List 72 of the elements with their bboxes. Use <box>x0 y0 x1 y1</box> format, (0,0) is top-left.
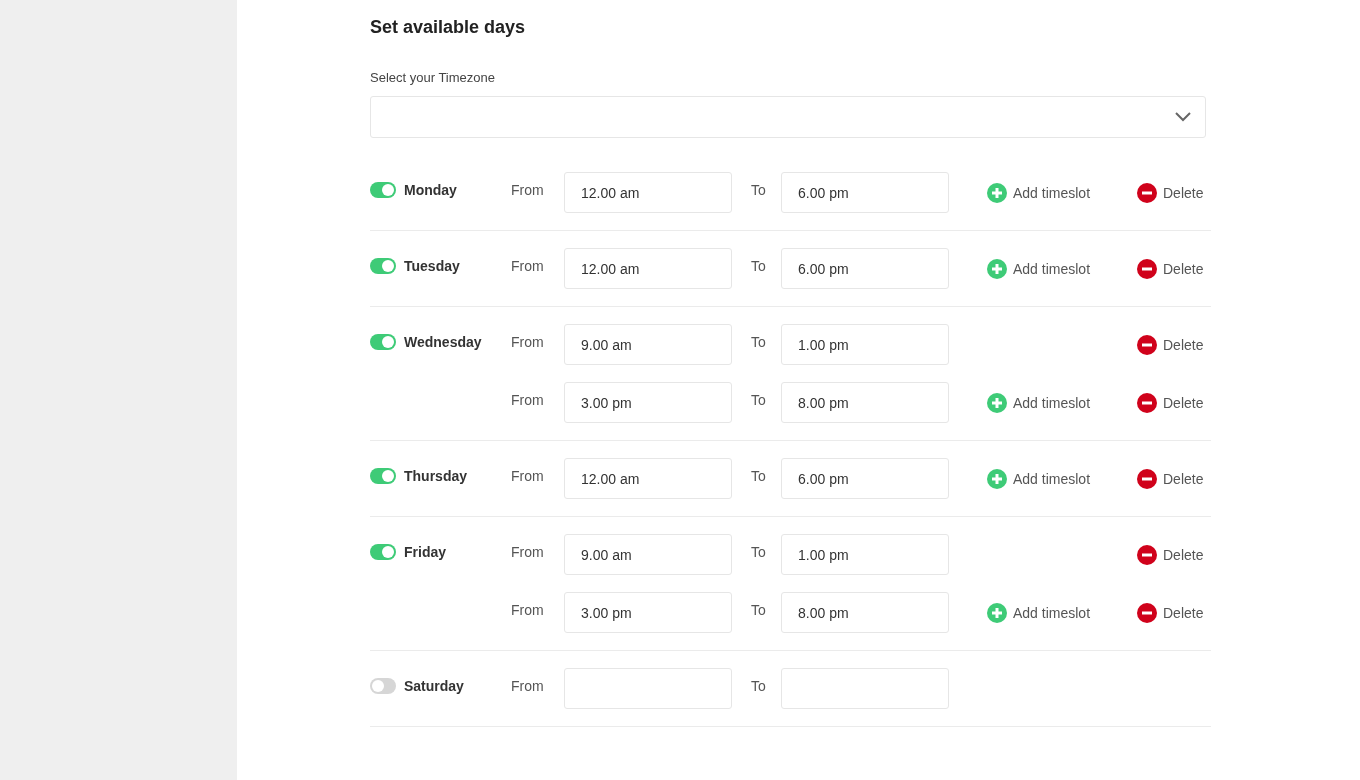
to-label: To <box>751 678 767 694</box>
minus-circle-icon <box>1137 468 1157 489</box>
add-timeslot-button[interactable]: Add timeslot <box>987 182 1091 203</box>
day-toggle[interactable] <box>370 182 396 198</box>
to-time-field[interactable]: 6.00 pm <box>781 458 949 499</box>
from-time-field[interactable]: 3.00 pm <box>564 592 732 633</box>
timezone-label: Select your Timezone <box>370 70 496 85</box>
plus-circle-icon <box>987 602 1007 623</box>
from-label: From <box>511 468 545 484</box>
minus-circle-icon <box>1137 544 1157 565</box>
from-label: From <box>511 392 545 408</box>
from-label: From <box>511 334 545 350</box>
day-toggle[interactable] <box>370 258 396 274</box>
to-label: To <box>751 258 767 274</box>
minus-circle-icon <box>1137 334 1157 355</box>
to-label: To <box>751 334 767 350</box>
add-timeslot-button[interactable]: Add timeslot <box>987 392 1091 413</box>
section-title: Set available days <box>370 16 527 38</box>
plus-circle-icon <box>987 258 1007 279</box>
day-label: Monday <box>404 182 457 198</box>
timezone-select[interactable] <box>370 96 1206 138</box>
from-label: From <box>511 258 545 274</box>
to-time-field[interactable]: 8.00 pm <box>781 382 949 423</box>
to-time-field[interactable] <box>781 668 949 709</box>
to-label: To <box>751 468 767 484</box>
minus-circle-icon <box>1137 602 1157 623</box>
day-toggle[interactable] <box>370 334 396 350</box>
day-toggle[interactable] <box>370 678 396 694</box>
to-label: To <box>751 392 767 408</box>
to-time-field[interactable]: 6.00 pm <box>781 172 949 213</box>
plus-circle-icon <box>987 392 1007 413</box>
plus-circle-icon <box>987 468 1007 489</box>
from-label: From <box>511 678 545 694</box>
to-time-field[interactable]: 6.00 pm <box>781 248 949 289</box>
from-time-field[interactable]: 9.00 am <box>564 324 732 365</box>
to-time-field[interactable]: 1.00 pm <box>781 534 949 575</box>
to-time-field[interactable]: 8.00 pm <box>781 592 949 633</box>
minus-circle-icon <box>1137 392 1157 413</box>
day-label: Saturday <box>404 678 464 694</box>
minus-circle-icon <box>1137 182 1157 203</box>
to-time-field[interactable]: 1.00 pm <box>781 324 949 365</box>
delete-button[interactable]: Delete <box>1137 182 1204 203</box>
add-timeslot-button[interactable]: Add timeslot <box>987 258 1091 279</box>
day-label: Tuesday <box>404 258 460 274</box>
delete-button[interactable]: Delete <box>1137 334 1204 355</box>
delete-button[interactable]: Delete <box>1137 392 1204 413</box>
day-label: Thursday <box>404 468 467 484</box>
from-label: From <box>511 544 545 560</box>
to-label: To <box>751 544 767 560</box>
minus-circle-icon <box>1137 258 1157 279</box>
from-time-field[interactable]: 9.00 am <box>564 534 732 575</box>
to-label: To <box>751 182 767 198</box>
chevron-down-icon <box>1175 112 1191 122</box>
day-label: Friday <box>404 544 446 560</box>
from-time-field[interactable]: 12.00 am <box>564 172 732 213</box>
from-time-field[interactable]: 3.00 pm <box>564 382 732 423</box>
day-toggle[interactable] <box>370 468 396 484</box>
delete-button[interactable]: Delete <box>1137 544 1204 565</box>
add-timeslot-button[interactable]: Add timeslot <box>987 468 1091 489</box>
delete-button[interactable]: Delete <box>1137 602 1204 623</box>
add-timeslot-button[interactable]: Add timeslot <box>987 602 1091 623</box>
from-label: From <box>511 182 545 198</box>
day-toggle[interactable] <box>370 544 396 560</box>
to-label: To <box>751 602 767 618</box>
from-label: From <box>511 602 545 618</box>
plus-circle-icon <box>987 182 1007 203</box>
from-time-field[interactable] <box>564 668 732 709</box>
day-label: Wednesday <box>404 334 482 350</box>
delete-button[interactable]: Delete <box>1137 468 1204 489</box>
from-time-field[interactable]: 12.00 am <box>564 248 732 289</box>
delete-button[interactable]: Delete <box>1137 258 1204 279</box>
from-time-field[interactable]: 12.00 am <box>564 458 732 499</box>
